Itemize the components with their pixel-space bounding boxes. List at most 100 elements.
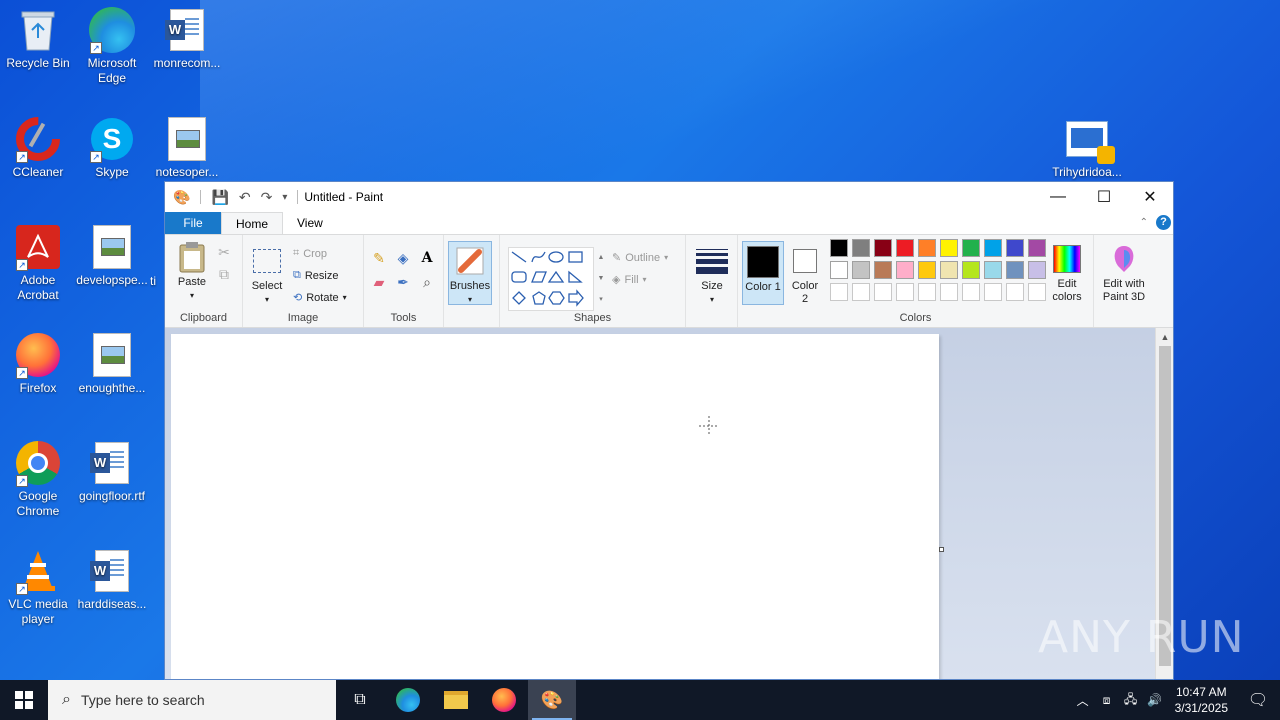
- desktop-icon-trihydridoa[interactable]: Trihydridoa...: [1049, 115, 1125, 180]
- volume-icon[interactable]: 🔊: [1143, 693, 1167, 707]
- palette-swatch[interactable]: [1006, 261, 1024, 279]
- save-icon[interactable]: 💾: [211, 189, 228, 206]
- desktop-icon-harddiseas[interactable]: W harddiseas...: [74, 547, 150, 612]
- rotate-button[interactable]: ⟲ Rotate ▾: [293, 291, 347, 305]
- firefox-icon: ↗: [14, 331, 62, 379]
- taskbar-paint[interactable]: 🎨: [528, 680, 576, 720]
- fill-label: Fill: [624, 273, 639, 286]
- paste-button[interactable]: Paste ▾: [173, 241, 211, 302]
- color1-label: Color 1: [745, 281, 781, 293]
- palette-swatch[interactable]: [874, 239, 892, 257]
- desktop-icon-adobe-acrobat[interactable]: ↗ Adobe Acrobat: [0, 223, 76, 303]
- resize-button[interactable]: ⧉ Resize: [293, 269, 338, 282]
- pencil-icon[interactable]: ✎: [370, 249, 388, 267]
- start-button[interactable]: [0, 680, 48, 720]
- palette-swatch[interactable]: [874, 283, 892, 301]
- palette-swatch[interactable]: [830, 239, 848, 257]
- brushes-button[interactable]: Brushes ▾: [448, 241, 492, 305]
- desktop-icon-monrecom[interactable]: W monrecom...: [149, 6, 225, 71]
- clock[interactable]: 10:47 AM 3/31/2025: [1167, 684, 1236, 716]
- cut-icon[interactable]: ✂: [215, 243, 233, 261]
- clipboard-icon: [176, 241, 208, 273]
- tab-home[interactable]: Home: [221, 212, 284, 234]
- notifications-button[interactable]: 🗨: [1236, 680, 1280, 720]
- color1-button[interactable]: Color 1: [742, 241, 784, 305]
- taskbar-file-explorer[interactable]: [432, 680, 480, 720]
- desktop-icon-enoughthe[interactable]: enoughthe...: [74, 331, 150, 396]
- desktop-icon-notesoper[interactable]: notesoper...: [149, 115, 225, 180]
- palette-swatch[interactable]: [1006, 239, 1024, 257]
- palette-swatch[interactable]: [962, 261, 980, 279]
- palette-swatch[interactable]: [940, 239, 958, 257]
- color2-swatch: [793, 249, 817, 273]
- edit-colors-button[interactable]: Edit colors: [1044, 243, 1090, 304]
- size-button[interactable]: Size ▾: [694, 245, 730, 306]
- task-view-button[interactable]: ⧉: [336, 680, 384, 720]
- taskbar-firefox[interactable]: [480, 680, 528, 720]
- palette-swatch[interactable]: [1006, 283, 1024, 301]
- desktop-icon-skype[interactable]: S ↗ Skype: [74, 115, 150, 180]
- desktop-icon-ccleaner[interactable]: ↗ CCleaner: [0, 115, 76, 180]
- palette-swatch[interactable]: [852, 239, 870, 257]
- paint-app-icon[interactable]: 🎨: [173, 189, 190, 206]
- palette-swatch[interactable]: [918, 283, 936, 301]
- color-picker-icon[interactable]: ✒: [394, 273, 412, 291]
- magnifier-icon[interactable]: ⌕: [418, 273, 436, 291]
- taskbar-edge[interactable]: [384, 680, 432, 720]
- network-icon[interactable]: 🖧: [1119, 690, 1143, 711]
- customize-toolbar-chevron-icon[interactable]: ▾: [282, 192, 287, 203]
- redo-icon[interactable]: ↷: [261, 189, 273, 206]
- drawing-canvas[interactable]: [171, 334, 939, 679]
- palette-swatch[interactable]: [918, 261, 936, 279]
- undo-icon[interactable]: ↶: [239, 189, 251, 206]
- palette-swatch[interactable]: [896, 283, 914, 301]
- palette-swatch[interactable]: [852, 283, 870, 301]
- palette-swatch[interactable]: [940, 283, 958, 301]
- fill-button[interactable]: ◈ Fill ▾: [612, 273, 647, 287]
- desktop-icon-goingfloor[interactable]: W goingfloor.rtf: [74, 439, 150, 504]
- palette-swatch[interactable]: [940, 261, 958, 279]
- desktop-icon-developspe[interactable]: developspe...: [74, 223, 150, 288]
- minimize-button[interactable]: —: [1035, 182, 1081, 212]
- palette-swatch[interactable]: [830, 283, 848, 301]
- eraser-icon[interactable]: ▰: [370, 273, 388, 291]
- palette-swatch[interactable]: [830, 261, 848, 279]
- palette-swatch[interactable]: [984, 239, 1002, 257]
- collapse-ribbon-chevron-icon[interactable]: ⌃: [1140, 217, 1148, 228]
- desktop-icon-recycle-bin[interactable]: Recycle Bin: [0, 6, 76, 71]
- tab-file[interactable]: File: [165, 212, 221, 234]
- desktop-icon-firefox[interactable]: ↗ Firefox: [0, 331, 76, 396]
- palette-swatch[interactable]: [962, 283, 980, 301]
- close-button[interactable]: ✕: [1127, 182, 1173, 212]
- scroll-up-icon[interactable]: ▲: [1156, 328, 1173, 346]
- outline-button[interactable]: ✎ Outline ▾: [612, 251, 668, 265]
- palette-swatch[interactable]: [984, 261, 1002, 279]
- palette-swatch[interactable]: [852, 261, 870, 279]
- palette-swatch[interactable]: [962, 239, 980, 257]
- fill-bucket-icon[interactable]: ◈: [394, 249, 412, 267]
- copy-icon[interactable]: ⧉: [215, 265, 233, 283]
- taskbar-search[interactable]: ⌕ Type here to search: [48, 680, 336, 720]
- palette-swatch[interactable]: [984, 283, 1002, 301]
- palette-swatch[interactable]: [896, 261, 914, 279]
- edit-with-paint3d-button[interactable]: Edit with Paint 3D: [1096, 243, 1152, 304]
- shapes-scroll[interactable]: ▲ ▼ ▾: [596, 247, 606, 311]
- color2-button[interactable]: Color 2: [788, 245, 822, 306]
- device-icon[interactable]: ⧈: [1095, 693, 1119, 708]
- desktop-icon-google-chrome[interactable]: ↗ Google Chrome: [0, 439, 76, 519]
- crop-button[interactable]: ⌗ Crop: [293, 247, 327, 260]
- desktop-icon-microsoft-edge[interactable]: ↗ Microsoft Edge: [74, 6, 150, 86]
- text-icon[interactable]: A: [418, 249, 436, 267]
- select-button[interactable]: Select ▾: [249, 245, 285, 306]
- tab-view[interactable]: View: [283, 212, 337, 234]
- palette-swatch[interactable]: [896, 239, 914, 257]
- palette-swatch[interactable]: [918, 239, 936, 257]
- colors-group: Color 1 Color 2 Edit colors Colors: [738, 235, 1094, 327]
- show-hidden-icons-chevron-icon[interactable]: ︿: [1071, 692, 1095, 709]
- palette-swatch[interactable]: [874, 261, 892, 279]
- maximize-button[interactable]: ☐: [1081, 182, 1127, 212]
- help-icon[interactable]: ?: [1156, 215, 1171, 230]
- select-label: Select: [251, 280, 283, 292]
- desktop-icon-vlc[interactable]: ↗ VLC media player: [0, 547, 76, 627]
- resize-handle-right[interactable]: [939, 547, 944, 552]
